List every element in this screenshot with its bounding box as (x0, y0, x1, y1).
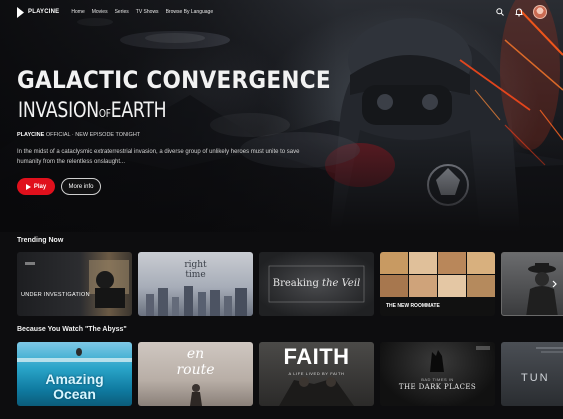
card-en-route[interactable]: en route (138, 342, 253, 406)
card-title: FAITH (283, 344, 350, 369)
card-title: UNDER INVESTIGATION (21, 292, 90, 298)
card-title-line-1: en (186, 346, 205, 362)
card-breaking-the-veil[interactable]: Breaking the Veil (259, 252, 374, 316)
hero-meta-text: OFFICIAL · NEW EPISODE TONIGHT (44, 132, 141, 138)
card-title-line-1: right (184, 260, 207, 270)
card-title-prefix: BAD TIMES IN (421, 377, 454, 382)
play-button-label: Play (33, 183, 47, 190)
card-artwork (25, 260, 129, 308)
card-title-line-2: route (176, 362, 215, 378)
card-amazing-ocean[interactable]: Amazing Ocean (17, 342, 132, 406)
avatar[interactable] (533, 5, 547, 19)
search-icon[interactable] (495, 8, 504, 17)
nav-link-movies[interactable]: Movies (92, 9, 108, 15)
card-tun[interactable]: TUN (501, 342, 563, 406)
card-faith[interactable]: FAITH A LIFE LIVED BY FAITH (259, 342, 374, 406)
card-title: TUN (521, 372, 550, 384)
hero-meta: PLAYCINE OFFICIAL · NEW EPISODE TONIGHT (17, 132, 140, 138)
card-title-part-1: Breaking (272, 278, 319, 289)
card-title: Breaking the Veil (259, 278, 374, 289)
hero-subtitle-part-2: OF (98, 107, 111, 120)
card-title-line-2: Ocean (53, 386, 96, 402)
more-info-button[interactable]: More info (61, 178, 101, 195)
card-artwork (430, 346, 490, 372)
nav-link-browse-by-language[interactable]: Browse By Language (166, 9, 214, 15)
logo-text: PLAYCINE (28, 9, 60, 15)
hero-subtitle-part-1: INVASION (18, 98, 99, 122)
card-title: THE DARK PLACES (398, 383, 477, 391)
card-title-part-2: the Veil (322, 278, 361, 289)
chevron-right-icon (552, 280, 557, 288)
card-title-line-2: time (185, 270, 206, 280)
card-the-new-roommate[interactable]: THE NEW ROOMMATE (380, 252, 495, 316)
card-title-line-1: Amazing (45, 371, 104, 387)
card-the-dark-places[interactable]: BAD TIMES IN THE DARK PLACES (380, 342, 495, 406)
nav-link-series[interactable]: Series (115, 9, 129, 15)
play-button[interactable]: Play (17, 178, 55, 195)
hero-subtitle: INVASIONOFEARTH (18, 98, 167, 122)
nav-link-tv-shows[interactable]: TV Shows (136, 9, 159, 15)
play-icon (25, 183, 31, 190)
logo-icon (17, 6, 24, 18)
card-under-investigation[interactable]: UNDER INVESTIGATION (17, 252, 132, 316)
card-right-time[interactable]: right time (138, 252, 253, 316)
bell-icon[interactable] (514, 8, 523, 17)
row-title-because-you-watch: Because You Watch "The Abyss" (17, 326, 127, 333)
hero-meta-brand: PLAYCINE (17, 132, 45, 138)
hero-title: GALACTIC CONVERGENCE (17, 66, 331, 94)
row-title-trending: Trending Now (17, 237, 64, 244)
card-subtitle: A LIFE LIVED BY FAITH (288, 371, 345, 376)
hero-subtitle-part-3: EARTH (110, 98, 167, 122)
more-info-button-label: More info (68, 183, 94, 190)
nav-link-home[interactable]: Home (71, 9, 84, 15)
hero-description: In the midst of a cataclysmic extraterre… (17, 149, 300, 165)
top-nav: PLAYCINE Home Movies Series TV Shows Bro… (0, 0, 563, 24)
logo[interactable]: PLAYCINE (16, 6, 60, 18)
row-next-arrow[interactable] (549, 276, 559, 292)
card-title: THE NEW ROOMMATE (386, 303, 440, 309)
